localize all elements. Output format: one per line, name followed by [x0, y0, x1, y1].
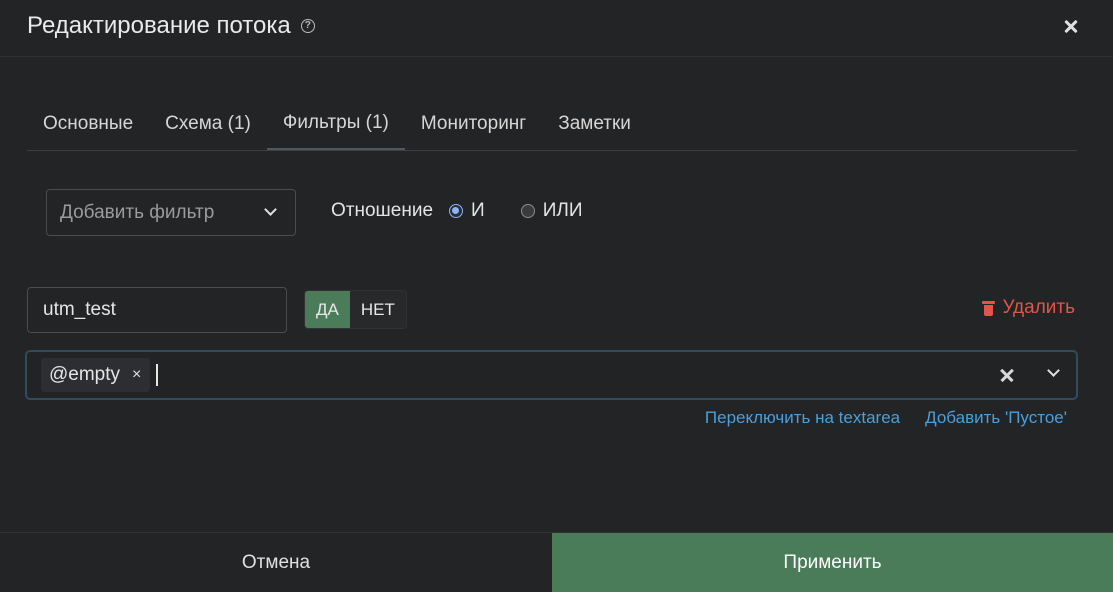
relation-or-option[interactable]: ИЛИ — [520, 200, 583, 222]
toggle-no-button[interactable]: НЕТ — [349, 291, 406, 328]
radio-and[interactable] — [449, 204, 464, 218]
switch-textarea-link[interactable]: Переключить на textarea — [705, 408, 900, 428]
value-tag: @empty × — [41, 358, 151, 392]
chevron-down-icon — [1047, 364, 1060, 377]
relation-label: Отношение — [331, 200, 434, 221]
add-empty-link[interactable]: Добавить 'Пустое' — [925, 408, 1067, 428]
modal-footer: Отмена Применить — [0, 532, 1113, 592]
tab-notes[interactable]: Заметки — [542, 98, 647, 150]
toggle-yes-button[interactable]: ДА — [305, 291, 350, 328]
filter-field-input[interactable]: utm_test — [27, 287, 287, 333]
radio-or-label: ИЛИ — [542, 200, 583, 221]
help-icon[interactable]: ? — [300, 19, 315, 33]
tab-schema[interactable]: Схема (1) — [149, 98, 267, 150]
modal-header: Редактирование потока ? — [0, 0, 1113, 57]
chevron-down-icon — [264, 203, 277, 216]
multiselect-dropdown-toggle[interactable] — [1026, 352, 1076, 398]
delete-filter-button[interactable]: Удалить — [982, 297, 1075, 319]
relation-and-option[interactable]: И — [449, 200, 485, 222]
multiselect-actions: Переключить на textarea Добавить 'Пустое… — [680, 408, 1067, 428]
tag-remove-icon[interactable]: × — [132, 366, 141, 384]
cancel-button[interactable]: Отмена — [0, 533, 552, 592]
values-multiselect[interactable]: @empty × — [25, 350, 1078, 400]
modal-title: Редактирование потока ? — [27, 12, 315, 40]
tab-filters[interactable]: Фильтры (1) — [266, 98, 405, 150]
text-caret — [156, 364, 159, 386]
tab-main[interactable]: Основные — [27, 98, 149, 150]
radio-or[interactable] — [520, 204, 535, 218]
delete-label: Удалить — [1002, 297, 1075, 318]
relation-group: Отношение И ИЛИ — [331, 200, 582, 222]
add-filter-placeholder: Добавить фильтр — [60, 201, 215, 223]
yes-no-toggle: ДА НЕТ — [304, 290, 407, 329]
tab-bar: Основные Схема (1) Фильтры (1) Мониторин… — [27, 98, 1077, 151]
modal-title-text: Редактирование потока — [27, 12, 291, 39]
tab-monitoring[interactable]: Мониторинг — [405, 98, 542, 150]
value-tag-label: @empty — [49, 364, 121, 385]
add-filter-select[interactable]: Добавить фильтр — [46, 189, 296, 236]
clear-icon[interactable] — [996, 362, 1018, 388]
apply-button[interactable]: Применить — [552, 533, 1113, 592]
close-icon[interactable] — [1059, 12, 1083, 40]
radio-and-label: И — [471, 200, 485, 221]
trash-icon — [982, 300, 996, 316]
